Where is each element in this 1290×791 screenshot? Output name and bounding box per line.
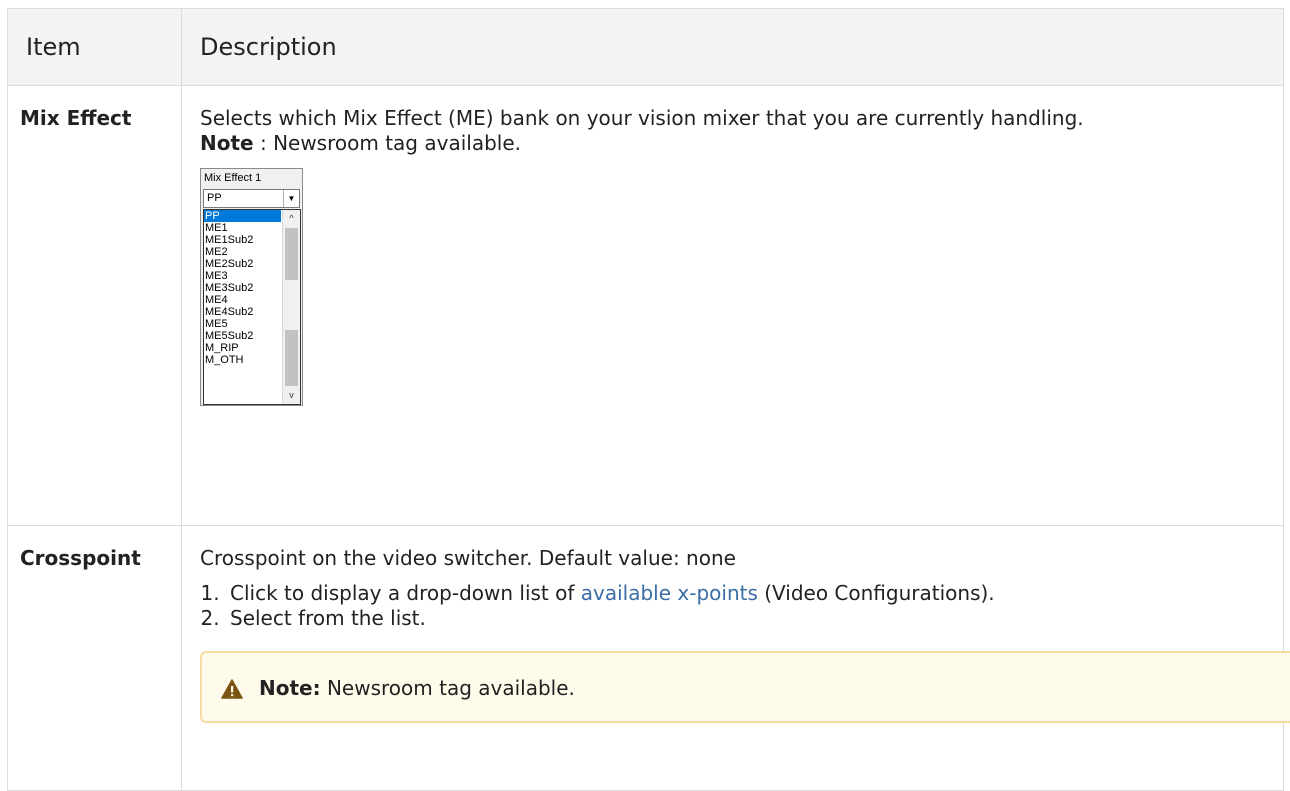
- item-name-mix-effect: Mix Effect: [7, 85, 182, 526]
- combobox-value: PP: [207, 192, 222, 204]
- table-row-mix-effect: Mix Effect Selects which Mix Effect (ME)…: [7, 85, 1284, 526]
- step-1-prefix: Click to display a drop-down list of: [230, 581, 581, 605]
- note-callout: Note: Newsroom tag available.: [200, 651, 1290, 723]
- step-2: Select from the list.: [226, 606, 1269, 631]
- option-pp[interactable]: PP: [204, 210, 281, 222]
- table-row-crosspoint: Crosspoint Crosspoint on the video switc…: [7, 525, 1290, 791]
- option-me1[interactable]: ME1: [204, 222, 281, 234]
- option-me5[interactable]: ME5: [204, 318, 281, 330]
- option-me2[interactable]: ME2: [204, 246, 281, 258]
- option-me4sub2[interactable]: ME4Sub2: [204, 306, 281, 318]
- step-1: Click to display a drop-down list of ava…: [226, 581, 1269, 606]
- crosspoint-steps: Click to display a drop-down list of ava…: [200, 581, 1269, 631]
- dropdown-option-list[interactable]: PP ME1 ME1Sub2 ME2 ME2Sub2 ME3 ME3Sub2 M…: [203, 209, 301, 405]
- step-1-suffix: (Video Configurations).: [757, 581, 995, 605]
- mix-effect-note: Note : Newsroom tag available.: [200, 131, 1269, 156]
- warning-icon: [221, 679, 243, 699]
- available-x-points-link[interactable]: available x-points: [581, 581, 758, 605]
- callout-label: Note:: [259, 676, 321, 700]
- description-crosspoint: Crosspoint on the video switcher. Defaul…: [181, 525, 1290, 791]
- reference-table: Item Description Mix Effect Selects whic…: [7, 8, 1290, 791]
- callout-body: Newsroom tag available.: [320, 676, 575, 700]
- mix-effect-combobox[interactable]: PP ▼: [203, 189, 300, 208]
- mix-effect-dropdown-screenshot: Mix Effect 1 PP ▼ PP ME1 ME1Sub2 ME2 ME2…: [200, 168, 303, 406]
- scrollbar-thumb[interactable]: [285, 228, 298, 280]
- chevron-up-icon[interactable]: ^: [283, 210, 300, 227]
- column-header-item: Item: [7, 8, 182, 86]
- option-me3[interactable]: ME3: [204, 270, 281, 282]
- option-me5sub2[interactable]: ME5Sub2: [204, 330, 281, 342]
- note-label: Note: [200, 131, 254, 155]
- option-me3sub2[interactable]: ME3Sub2: [204, 282, 281, 294]
- crosspoint-description-text: Crosspoint on the video switcher. Defaul…: [200, 546, 736, 570]
- item-name-crosspoint: Crosspoint: [7, 525, 182, 791]
- option-me4[interactable]: ME4: [204, 294, 281, 306]
- note-text: : Newsroom tag available.: [253, 131, 521, 155]
- option-me2sub2[interactable]: ME2Sub2: [204, 258, 281, 270]
- chevron-down-icon[interactable]: v: [283, 387, 300, 404]
- chevron-down-icon[interactable]: ▼: [283, 190, 299, 207]
- dropdown-scrollbar[interactable]: ^ v: [282, 210, 300, 404]
- mix-effect-description-text: Selects which Mix Effect (ME) bank on yo…: [200, 106, 1084, 130]
- column-header-description: Description: [181, 8, 1284, 86]
- description-mix-effect: Selects which Mix Effect (ME) bank on yo…: [181, 85, 1284, 526]
- table-header-row: Item Description: [7, 8, 1284, 86]
- option-me1sub2[interactable]: ME1Sub2: [204, 234, 281, 246]
- option-m-rip[interactable]: M_RIP: [204, 342, 281, 354]
- callout-text: Note: Newsroom tag available.: [259, 676, 575, 701]
- dropdown-caption: Mix Effect 1: [204, 172, 262, 184]
- scrollbar-track-shade: [285, 330, 298, 386]
- option-m-oth[interactable]: M_OTH: [204, 354, 281, 366]
